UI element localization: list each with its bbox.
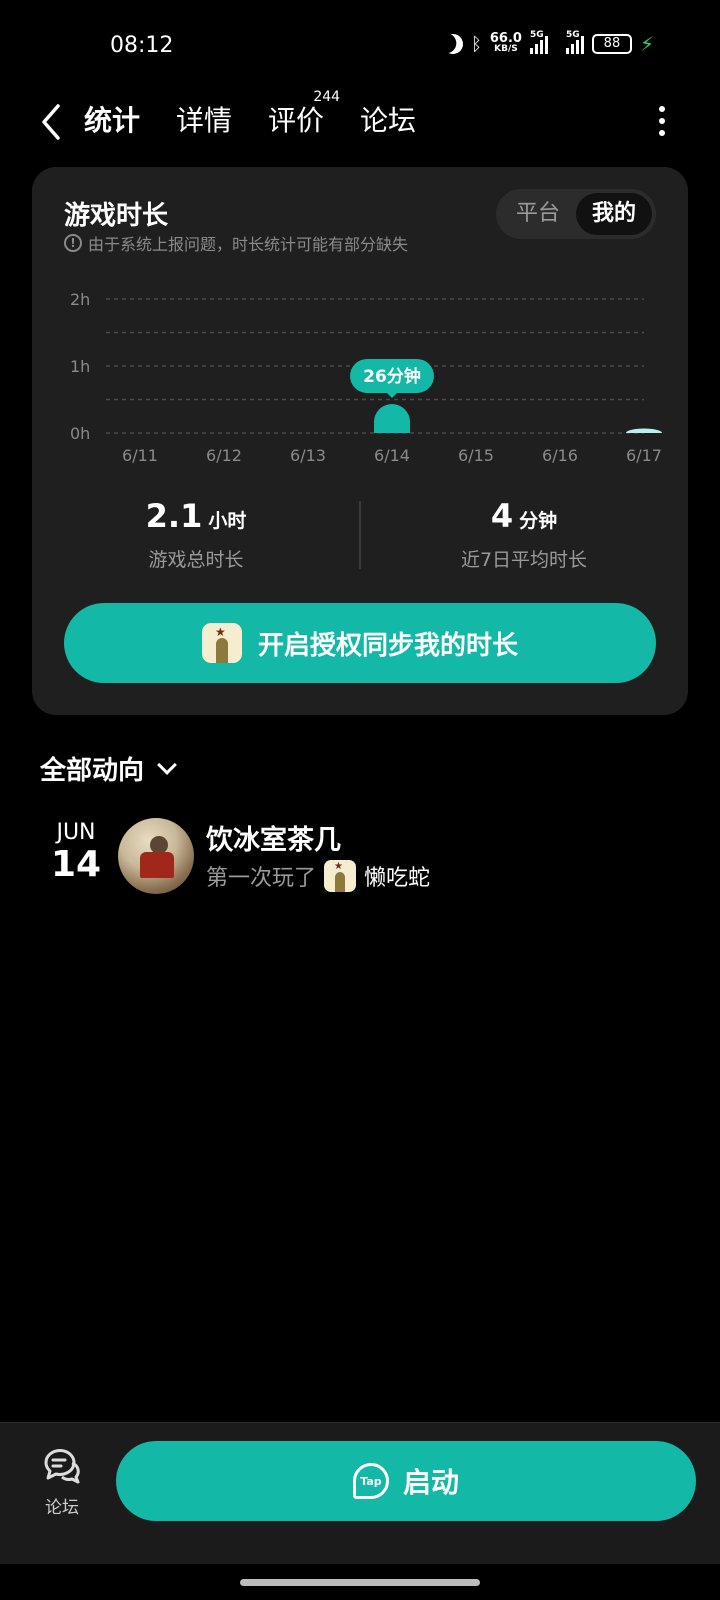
card-title: 游戏时长 (64, 201, 169, 231)
x-tick-label: 6/17 (626, 446, 662, 465)
segment-platform[interactable]: 平台 (500, 193, 576, 235)
tab-details[interactable]: 详情 (176, 98, 232, 144)
x-tick-label: 6/11 (122, 446, 158, 465)
avatar[interactable] (118, 818, 194, 894)
tap-logo-icon: Tap (352, 1463, 389, 1499)
bluetooth-icon: ᛒ (471, 33, 482, 55)
status-time: 08:12 (110, 33, 174, 58)
x-tick-label: 6/12 (206, 446, 242, 465)
tab-reviews[interactable]: 评价 244 (268, 90, 340, 144)
signal-icon: 5G (529, 30, 548, 54)
x-tick-label: 6/14 (374, 446, 410, 465)
forum-button[interactable]: 论坛 (38, 1445, 86, 1518)
x-tick-label: 6/15 (458, 446, 494, 465)
y-tick-label: 0h (70, 424, 90, 443)
y-tick-label: 1h (70, 357, 90, 376)
bottom-bar: 论坛 Tap 启动 (0, 1422, 720, 1564)
status-bar: 08:12 ᛒ 66.0 KB/S 5G 5G 88 ⚡ (0, 0, 720, 96)
moon-icon (440, 31, 466, 57)
chat-bubble-icon (44, 1449, 80, 1484)
x-tick-label: 6/13 (290, 446, 326, 465)
segment-mine[interactable]: 我的 (576, 193, 652, 235)
chevron-down-icon (157, 754, 177, 775)
game-icon: ★ (324, 860, 357, 892)
bar-value-pointer (386, 391, 398, 398)
x-tick-label: 6/16 (542, 446, 578, 465)
activity-date: JUN 14 (50, 820, 102, 885)
scope-toggle: 平台 我的 (496, 189, 656, 239)
info-icon: ! (64, 234, 82, 252)
playtime-chart: 0h 1h 2h 6/11 6/12 6/13 6/14 6/15 6/16 6/17 26分钟 (70, 290, 662, 465)
game-name[interactable]: 懒吃蛇 (364, 860, 430, 892)
avg-playtime-label: 近7日平均时长 (460, 549, 588, 571)
chart-bar (626, 428, 662, 433)
top-nav: 统计 详情 评价 244 论坛 (0, 90, 720, 166)
review-count-badge: 244 (313, 89, 341, 105)
user-name[interactable]: 饮冰室茶几 (206, 818, 341, 857)
more-dots-icon (659, 106, 665, 112)
avg-playtime: 4 分钟 近7日平均时长 (360, 497, 688, 572)
tab-forum[interactable]: 论坛 (360, 98, 416, 144)
activity-description: 第一次玩了 ★ 懒吃蛇 (206, 860, 431, 892)
battery-icon: 88 (591, 34, 632, 54)
more-menu-button[interactable] (656, 106, 668, 136)
playtime-card: 游戏时长 ! 由于系统上报问题，时长统计可能有部分缺失 平台 我的 0h 1h 2h… (32, 167, 688, 715)
net-speed: 66.0 KB/S (489, 31, 522, 54)
activity-item[interactable]: JUN 14 饮冰室茶几 第一次玩了 ★ 懒吃蛇 (40, 818, 680, 908)
tab-stats[interactable]: 统计 (81, 98, 151, 144)
card-note: ! 由于系统上报问题，时长统计可能有部分缺失 (64, 231, 408, 255)
signal-icon: 5G (565, 30, 584, 54)
launch-button[interactable]: Tap 启动 (116, 1441, 696, 1521)
status-icons: ᛒ 66.0 KB/S 5G 5G 88 ⚡ (440, 30, 654, 57)
sync-playtime-button[interactable]: ★ 开启授权同步我的时长 (64, 603, 656, 683)
total-playtime: 2.1 小时 游戏总时长 (32, 497, 360, 572)
tab-bar: 统计 详情 评价 244 论坛 (81, 90, 416, 144)
chevron-left-icon (42, 104, 60, 140)
back-button[interactable] (36, 102, 72, 142)
activity-filter[interactable]: 全部动向 (40, 750, 177, 787)
total-playtime-label: 游戏总时长 (148, 549, 244, 571)
game-icon: ★ (201, 623, 242, 663)
chart-bar (374, 403, 410, 433)
home-indicator[interactable] (240, 1579, 480, 1586)
bar-value-label: 26分钟 (363, 366, 421, 387)
stats-row: 2.1 小时 游戏总时长 4 分钟 近7日平均时长 (32, 497, 688, 577)
y-tick-label: 2h (70, 290, 90, 309)
charging-icon: ⚡ (639, 32, 654, 56)
